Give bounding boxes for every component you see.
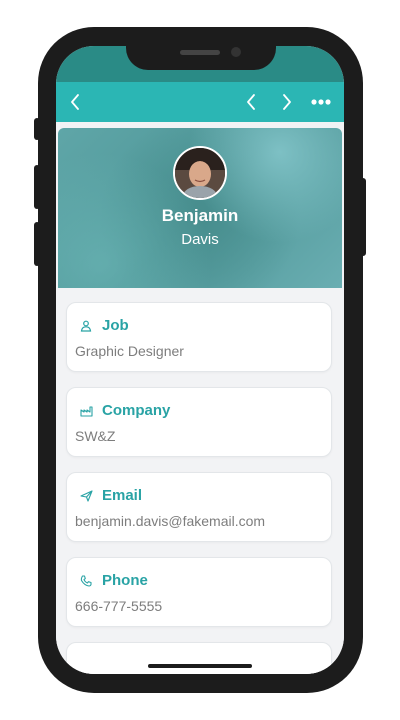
speaker-grille	[180, 50, 220, 55]
home-indicator[interactable]	[148, 664, 252, 668]
field-label: Job	[102, 317, 129, 334]
field-label: Email	[102, 487, 143, 504]
field-value: Graphic Designer	[75, 343, 184, 359]
chevron-right-icon	[282, 94, 292, 110]
field-title-row: Company	[79, 402, 170, 419]
field-card-email[interactable]: Email benjamin.davis@fakemail.com	[66, 472, 332, 542]
field-value: SW&Z	[75, 428, 116, 444]
field-card-phone[interactable]: Phone 666-777-5555	[66, 557, 332, 627]
field-label: Phone	[102, 572, 148, 589]
more-options-button[interactable]	[306, 82, 336, 122]
chevron-left-icon	[246, 94, 256, 110]
field-title-row: Email	[79, 487, 142, 504]
phone-screen: Benjamin Davis Job Graphic Designer Comp…	[56, 46, 344, 674]
field-value: 666-777-5555	[75, 598, 163, 614]
nav-bar	[56, 82, 344, 122]
front-camera	[231, 47, 241, 57]
contact-detail-content: Benjamin Davis Job Graphic Designer Comp…	[56, 122, 344, 674]
avatar[interactable]	[173, 146, 227, 200]
profile-last-name: Davis	[181, 231, 219, 248]
back-button[interactable]	[60, 82, 90, 122]
profile-header: Benjamin Davis	[58, 128, 342, 288]
more-horizontal-icon	[311, 99, 331, 105]
person-icon	[79, 319, 93, 333]
next-record-button[interactable]	[272, 82, 302, 122]
field-label: Company	[102, 402, 171, 419]
user-photo	[175, 148, 225, 198]
field-card-company[interactable]: Company SW&Z	[66, 387, 332, 457]
phone-icon	[79, 574, 93, 588]
send-icon	[79, 489, 93, 503]
field-title-row: Job	[79, 317, 129, 334]
factory-icon	[79, 404, 93, 418]
field-card-job[interactable]: Job Graphic Designer	[66, 302, 332, 372]
previous-record-button[interactable]	[236, 82, 266, 122]
field-card-partial[interactable]	[66, 642, 332, 674]
field-title-row: Phone	[79, 572, 148, 589]
field-value: benjamin.davis@fakemail.com	[75, 513, 266, 529]
profile-first-name: Benjamin	[161, 206, 239, 225]
chevron-left-icon	[70, 94, 80, 110]
